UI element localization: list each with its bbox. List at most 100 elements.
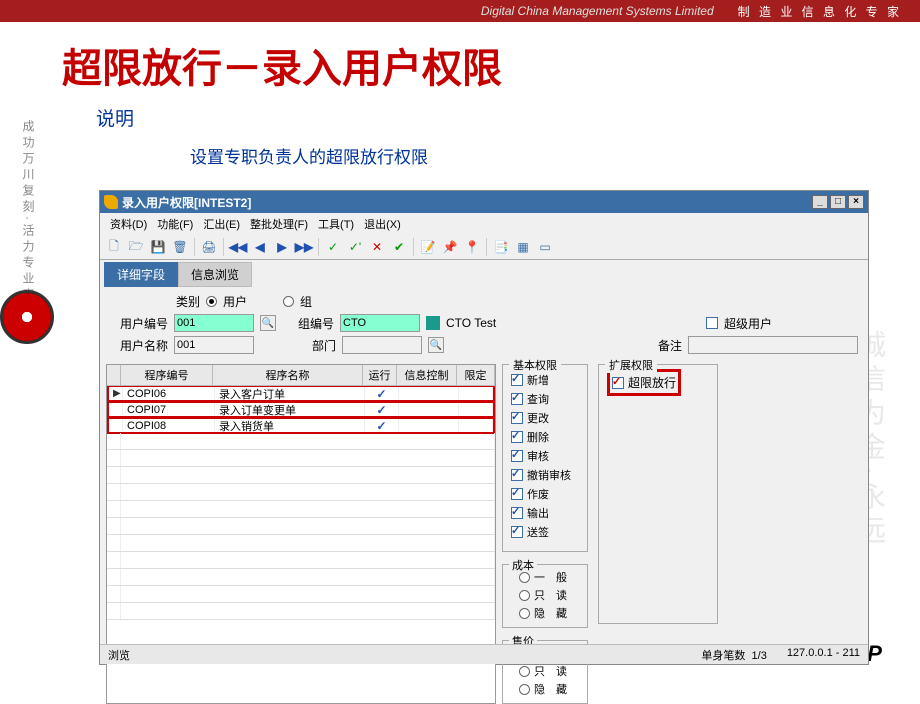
- menu-data[interactable]: 资料(D): [106, 215, 151, 233]
- grid-body: ▶ COPI06 录入客户订单 ✓ COPI07 录入订单变更单 ✓ COPI0…: [107, 386, 495, 628]
- col-info[interactable]: 信息控制: [397, 365, 457, 386]
- table-row[interactable]: [107, 535, 495, 552]
- overlimit-checkbox[interactable]: [612, 377, 624, 389]
- group-desc: CTO Test: [446, 316, 496, 330]
- save-icon[interactable]: 💾: [148, 237, 168, 257]
- confirm-icon[interactable]: ✔︎: [389, 237, 409, 257]
- minimize-button[interactable]: _: [812, 195, 828, 209]
- dept-input[interactable]: [342, 336, 422, 354]
- menu-export[interactable]: 汇出(E): [199, 215, 244, 233]
- copy-icon[interactable]: 📑: [491, 237, 511, 257]
- radio-label: 只 读: [534, 663, 567, 679]
- table-row[interactable]: [107, 586, 495, 603]
- user-id-input[interactable]: [174, 314, 254, 332]
- table-row[interactable]: [107, 569, 495, 586]
- category-label: 类别: [110, 293, 200, 310]
- table-row[interactable]: COPI07 录入订单变更单 ✓: [107, 401, 495, 418]
- window-icon: [104, 195, 118, 209]
- print-icon[interactable]: 🖨: [199, 237, 219, 257]
- grid-header: 程序编号 程序名称 运行 信息控制 限定: [107, 365, 495, 386]
- dept-lookup-icon[interactable]: 🔍: [428, 337, 444, 353]
- pin-icon[interactable]: 📌: [440, 237, 460, 257]
- col-limit[interactable]: 限定: [457, 365, 495, 386]
- card-icon[interactable]: ▭: [535, 237, 555, 257]
- restore-button[interactable]: □: [830, 195, 846, 209]
- radio-label: 只 读: [534, 587, 567, 603]
- col-run[interactable]: 运行: [363, 365, 397, 386]
- cost-legend: 成本: [509, 557, 537, 573]
- perm-export-checkbox[interactable]: [511, 507, 523, 519]
- price-readonly-radio[interactable]: [519, 666, 530, 677]
- grid-icon[interactable]: ▦: [513, 237, 533, 257]
- perm-void-checkbox[interactable]: [511, 488, 523, 500]
- tab-browse[interactable]: 信息浏览: [178, 262, 252, 287]
- radio-user[interactable]: [206, 296, 217, 307]
- basic-permissions: 基本权限 新增 查询 更改 删除 审核 撤销审核 作废 输出 送签: [502, 364, 588, 552]
- new-icon[interactable]: 🗋: [104, 237, 124, 257]
- menu-function[interactable]: 功能(F): [153, 215, 197, 233]
- first-icon[interactable]: ◀◀: [228, 237, 248, 257]
- window-titlebar[interactable]: 录入用户权限[INTEST2] _ □ ×: [100, 191, 868, 213]
- approve-icon[interactable]: ✓: [323, 237, 343, 257]
- user-name-input[interactable]: [174, 336, 254, 354]
- cell-name: 录入销货单: [215, 419, 365, 432]
- window-title: 录入用户权限[INTEST2]: [122, 194, 251, 211]
- perm-edit-checkbox[interactable]: [511, 412, 523, 424]
- table-row[interactable]: [107, 518, 495, 535]
- status-host: 127.0.0.1 - 211: [787, 647, 860, 663]
- tab-detail[interactable]: 详细字段: [104, 262, 178, 287]
- vertical-slogan: 成功万川复刻·活力专业家: [20, 120, 37, 304]
- perm-sign-checkbox[interactable]: [511, 526, 523, 538]
- cost-general-radio[interactable]: [519, 572, 530, 583]
- superuser-checkbox[interactable]: [706, 317, 718, 329]
- last-icon[interactable]: ▶▶: [294, 237, 314, 257]
- perm-add-checkbox[interactable]: [511, 374, 523, 386]
- approve2-icon[interactable]: ✓': [345, 237, 365, 257]
- delete-icon[interactable]: 🗑: [170, 237, 190, 257]
- check-icon: ✓: [376, 387, 386, 401]
- extended-permissions: 扩展权限 超限放行: [598, 364, 718, 624]
- table-row[interactable]: ▶ COPI06 录入客户订单 ✓: [107, 386, 495, 402]
- table-row[interactable]: [107, 603, 495, 620]
- menu-exit[interactable]: 退出(X): [360, 215, 405, 233]
- table-row[interactable]: [107, 433, 495, 450]
- menu-batch[interactable]: 整批处理(F): [246, 215, 312, 233]
- close-button[interactable]: ×: [848, 195, 864, 209]
- status-count-label: 单身笔数: [701, 650, 745, 662]
- status-mode: 浏览: [108, 647, 130, 663]
- table-row[interactable]: [107, 552, 495, 569]
- table-row[interactable]: [107, 484, 495, 501]
- flag-icon[interactable]: 📍: [462, 237, 482, 257]
- cost-readonly-radio[interactable]: [519, 590, 530, 601]
- next-icon[interactable]: ▶: [272, 237, 292, 257]
- menu-tool[interactable]: 工具(T): [314, 215, 358, 233]
- overlimit-label: 超限放行: [628, 374, 676, 391]
- radio-group[interactable]: [283, 296, 294, 307]
- perm-audit-checkbox[interactable]: [511, 450, 523, 462]
- group-id-input[interactable]: [340, 314, 420, 332]
- reject-icon[interactable]: ✕: [367, 237, 387, 257]
- open-icon[interactable]: 🗁: [126, 237, 146, 257]
- table-row[interactable]: [107, 467, 495, 484]
- perm-unaudit-checkbox[interactable]: [511, 469, 523, 481]
- perm-delete-checkbox[interactable]: [511, 431, 523, 443]
- table-row[interactable]: [107, 501, 495, 518]
- table-row[interactable]: COPI08 录入销货单 ✓: [107, 417, 495, 434]
- user-id-lookup-icon[interactable]: 🔍: [260, 315, 276, 331]
- prev-icon[interactable]: ◀: [250, 237, 270, 257]
- app-window: 录入用户权限[INTEST2] _ □ × 资料(D) 功能(F) 汇出(E) …: [99, 190, 869, 665]
- superuser-label: 超级用户: [724, 315, 772, 332]
- perm-label: 审核: [527, 448, 549, 464]
- cost-hide-radio[interactable]: [519, 608, 530, 619]
- check-icon: ✓: [376, 419, 386, 433]
- perm-label: 输出: [527, 505, 549, 521]
- col-code[interactable]: 程序编号: [121, 365, 213, 386]
- radio-user-label: 用户: [223, 293, 247, 310]
- note-input[interactable]: [688, 336, 858, 354]
- cd-icon: [0, 290, 54, 344]
- perm-query-checkbox[interactable]: [511, 393, 523, 405]
- note-icon[interactable]: 📝: [418, 237, 438, 257]
- table-row[interactable]: [107, 450, 495, 467]
- col-name[interactable]: 程序名称: [213, 365, 363, 386]
- price-hide-radio[interactable]: [519, 684, 530, 695]
